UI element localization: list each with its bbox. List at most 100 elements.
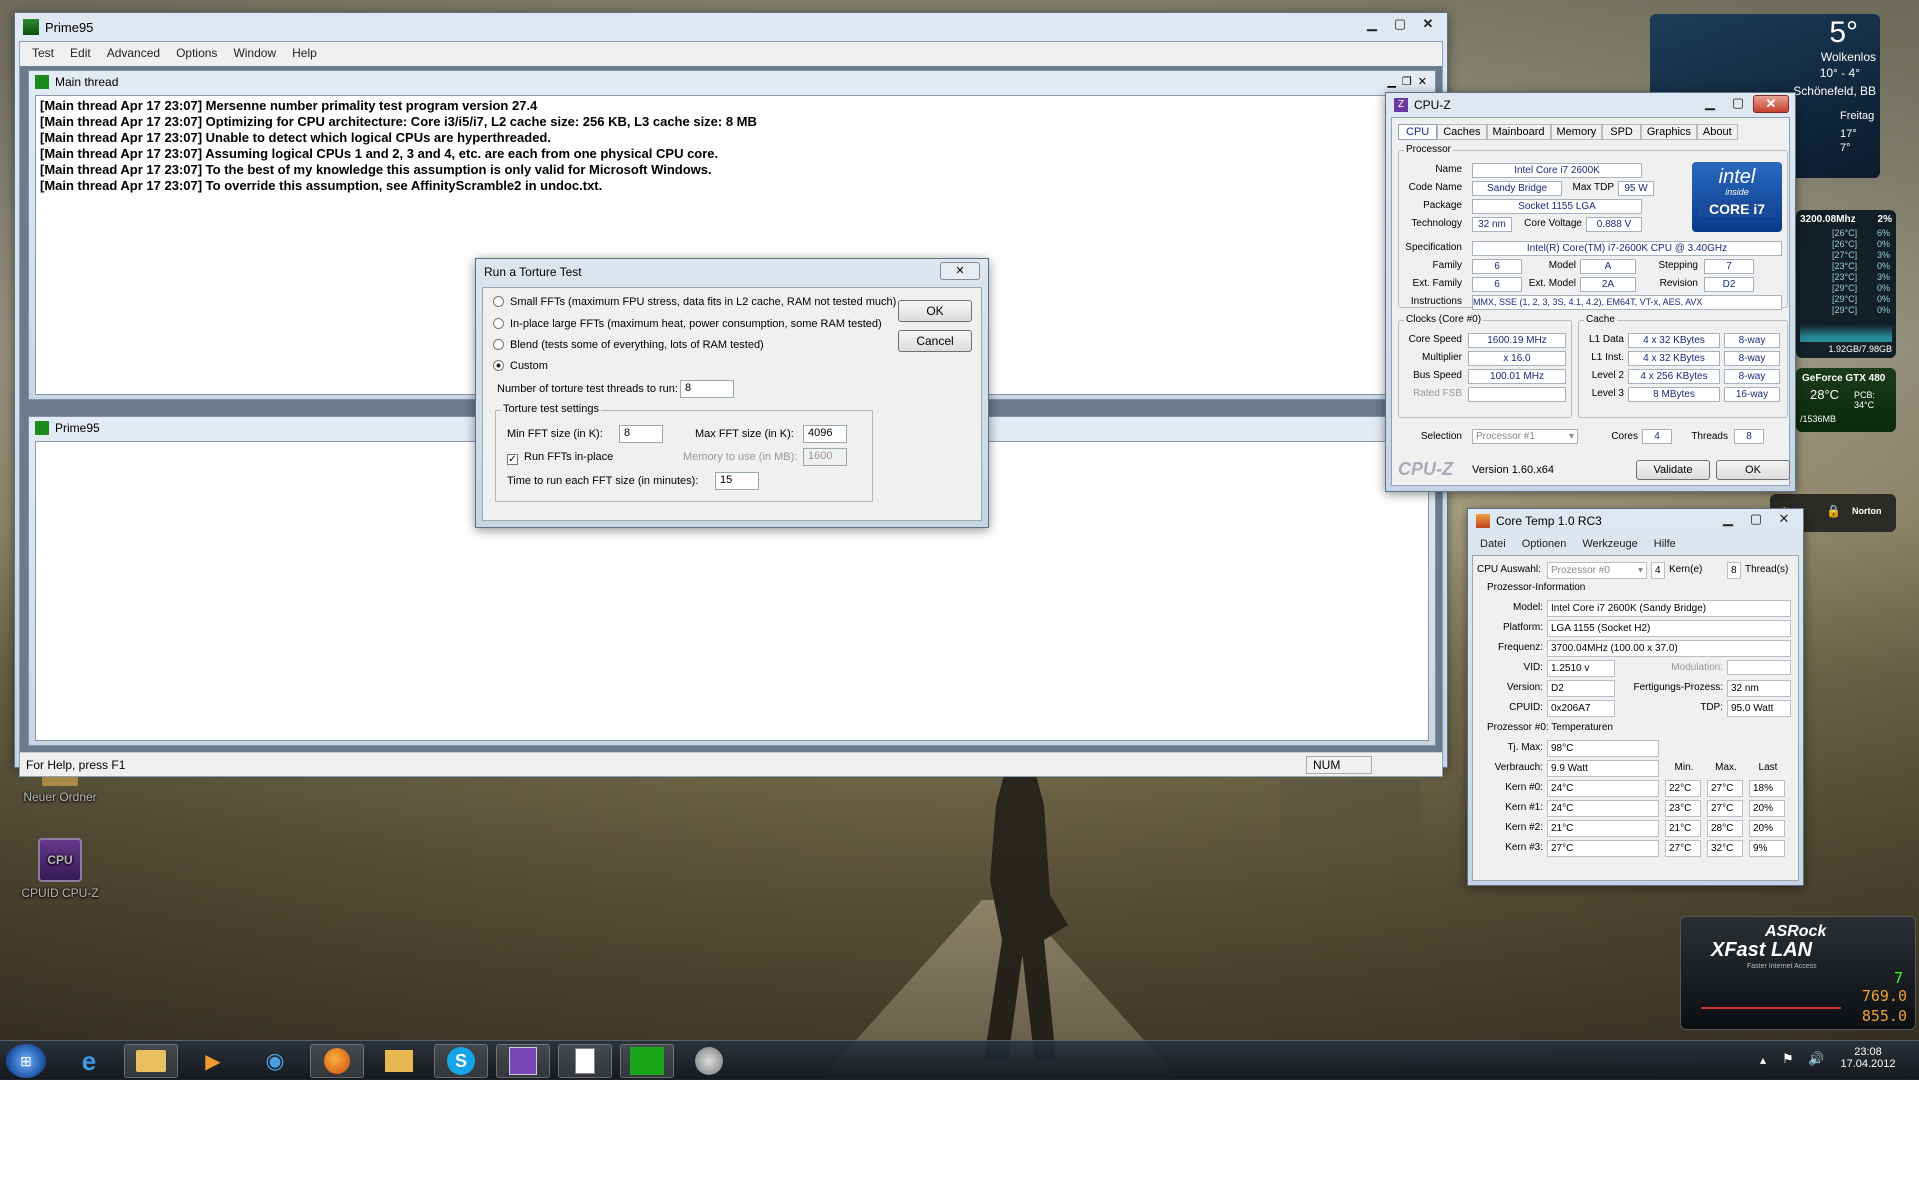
close-button[interactable]: ✕ (1415, 16, 1441, 34)
info-group-title: Prozessor-Information (1485, 582, 1588, 593)
cpu-select-value: Prozessor #0 (1551, 565, 1610, 576)
menu-optionen[interactable]: Optionen (1514, 538, 1575, 550)
menu-test[interactable]: Test (24, 46, 62, 60)
volume-icon[interactable]: 🔊 (1808, 1051, 1824, 1067)
cpu-meter-gadget[interactable]: 3200.08Mhz 2% [26°C] [26°C] [27°C] [23°C… (1796, 210, 1896, 358)
max-fft-input[interactable]: 4096 (803, 425, 847, 443)
tab-mainboard[interactable]: Mainboard (1486, 124, 1551, 140)
close-button[interactable]: ✕ (940, 262, 980, 280)
minimize-button[interactable]: ▁ (1359, 16, 1385, 34)
ok-button[interactable]: OK (898, 300, 972, 322)
main-thread-titlebar[interactable]: Main thread (35, 75, 118, 89)
spec-value: Intel(R) Core(TM) i7-2600K CPU @ 3.40GHz (1472, 241, 1782, 256)
taskbar-ie[interactable]: e (62, 1044, 116, 1078)
taskbar-folder[interactable] (372, 1044, 426, 1078)
child-titlebar[interactable]: Prime95 (35, 421, 100, 435)
tray-clock[interactable]: 23:08 17.04.2012 (1836, 1046, 1900, 1070)
version-label: Version: (1506, 682, 1543, 693)
core1-min: 23°C (1665, 800, 1701, 817)
menu-edit[interactable]: Edit (62, 46, 99, 60)
close-button[interactable]: ✕ (1418, 75, 1427, 88)
lock-icon[interactable]: 🔒 (1826, 504, 1841, 518)
core-load: 0% (1876, 239, 1890, 249)
taskbar-skype[interactable]: S (434, 1044, 488, 1078)
menu-hilfe[interactable]: Hilfe (1646, 538, 1684, 550)
cpuid-value: 0x206A7 (1547, 700, 1615, 717)
inplace-checkbox[interactable]: ✓ Run FFTs in-place (507, 451, 613, 465)
taskbar-notepad[interactable] (558, 1044, 612, 1078)
tdp-value: 95.0 Watt (1727, 700, 1791, 717)
maximize-button[interactable]: ▢ (1725, 95, 1751, 113)
dialog-title: Run a Torture Test (484, 265, 582, 279)
maximize-button[interactable]: ▢ (1743, 511, 1769, 529)
clock-date: 17.04.2012 (1840, 1058, 1896, 1070)
tab-about[interactable]: About (1696, 124, 1738, 140)
validate-button[interactable]: Validate (1636, 460, 1710, 480)
close-button[interactable]: ✕ (1753, 95, 1789, 113)
menu-window[interactable]: Window (225, 46, 284, 60)
tab-spd[interactable]: SPD (1602, 124, 1641, 140)
gpu-memory: /1536MB (1800, 414, 1837, 424)
time-input[interactable]: 15 (715, 472, 759, 490)
menu-datei[interactable]: Datei (1472, 538, 1514, 550)
minimize-button[interactable]: ▁ (1387, 75, 1395, 88)
restore-button[interactable]: ❐ (1402, 75, 1412, 88)
prime95-titlebar[interactable]: Prime95 (15, 13, 1447, 41)
voltage-value: 0.888 V (1586, 217, 1642, 232)
selection-dropdown[interactable]: Processor #1 ▾ (1472, 429, 1578, 444)
close-button[interactable]: ✕ (1771, 511, 1797, 529)
l1-inst-ways: 8-way (1724, 351, 1780, 366)
coretemp-client: CPU Auswahl: Prozessor #0 ▾ 4 Kern(e) 8 T… (1472, 555, 1799, 881)
tray-expand-icon[interactable]: ▴ (1760, 1053, 1766, 1067)
action-center-icon[interactable]: ⚑ (1782, 1051, 1794, 1067)
radio-blend[interactable]: Blend (tests some of everything, lots of… (493, 339, 764, 351)
window-title: Core Temp 1.0 RC3 (1496, 514, 1602, 528)
taskbar-firefox[interactable] (310, 1044, 364, 1078)
tdp-label: TDP: (1700, 702, 1723, 713)
taskbar-media-player[interactable]: ▶ (186, 1044, 240, 1078)
taskbar-network[interactable]: ◉ (248, 1044, 302, 1078)
intel-core-i7-badge: intel inside CORE i7 (1692, 162, 1782, 232)
tab-graphics[interactable]: Graphics (1640, 124, 1697, 140)
tab-caches[interactable]: Caches (1437, 124, 1487, 140)
weather-condition: Wolkenlos (1820, 50, 1876, 64)
asrock-xfast-gadget[interactable]: ASRock XFast LAN Faster Internet Access … (1680, 916, 1916, 1030)
tab-memory[interactable]: Memory (1550, 124, 1603, 140)
min-header: Min. (1674, 762, 1694, 773)
level2-label: Level 2 (1591, 370, 1624, 381)
cpuz-app-icon: CPU (38, 838, 82, 882)
log-line: [Main thread Apr 17 23:07] Unable to det… (40, 130, 551, 145)
minimize-button[interactable]: ▁ (1697, 95, 1723, 113)
level2-ways: 8-way (1724, 369, 1780, 384)
taskbar-explorer[interactable] (124, 1044, 178, 1078)
tab-cpu[interactable]: CPU (1398, 124, 1438, 140)
cpuz-icon (509, 1047, 537, 1075)
model-label: Model: (1512, 602, 1543, 613)
taskbar-cpuz[interactable] (496, 1044, 550, 1078)
threads-input[interactable]: 8 (680, 380, 734, 398)
cpu-select-dropdown[interactable]: Prozessor #0 ▾ (1547, 562, 1647, 579)
menu-help[interactable]: Help (284, 46, 325, 60)
menu-werkzeuge[interactable]: Werkzeuge (1574, 538, 1645, 550)
start-button[interactable]: ⊞ (6, 1044, 46, 1078)
cancel-button[interactable]: Cancel (898, 330, 972, 352)
taskbar-prime95[interactable] (620, 1044, 674, 1078)
menu-advanced[interactable]: Advanced (99, 46, 168, 60)
menu-options[interactable]: Options (168, 46, 225, 60)
wallpaper-house (1280, 780, 1420, 840)
maximize-button[interactable]: ▢ (1387, 16, 1413, 34)
menu-bar: Test Edit Advanced Options Window Help (24, 46, 325, 60)
xfast-value-3: 855.0 (1861, 1007, 1907, 1025)
radio-small-ffts[interactable]: Small FFTs (maximum FPU stress, data fit… (493, 296, 896, 308)
min-fft-input[interactable]: 8 (619, 425, 663, 443)
minimize-button[interactable]: ▁ (1715, 511, 1741, 529)
taskbar-coretemp[interactable] (682, 1044, 736, 1078)
ok-button[interactable]: OK (1716, 460, 1790, 480)
gpu-gadget[interactable]: GeForce GTX 480 28°C PCB: 34°C /1536MB (1796, 368, 1896, 432)
modulation-label: Modulation: (1671, 662, 1723, 673)
ext-model-label: Ext. Model (1528, 278, 1576, 289)
radio-custom[interactable]: Custom (493, 360, 548, 372)
desktop-icon-cpuz[interactable]: CPU CPUID CPU-Z (15, 838, 105, 900)
radio-large-ffts[interactable]: In-place large FFTs (maximum heat, power… (493, 318, 882, 330)
processor-group-title: Processor (1404, 144, 1454, 155)
